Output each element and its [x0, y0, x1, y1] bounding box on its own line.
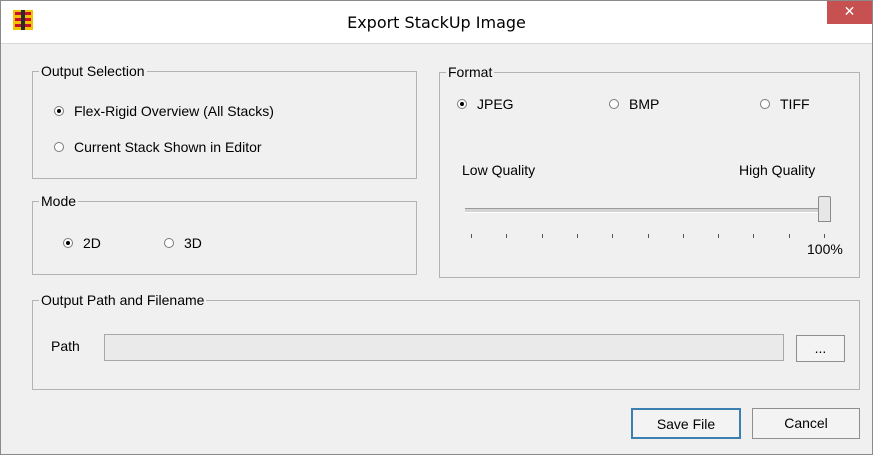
path-input[interactable] [104, 334, 784, 361]
radio-label: TIFF [780, 96, 810, 112]
radio-label: BMP [629, 96, 660, 112]
radio-button[interactable] [760, 99, 770, 109]
format-label: Format [446, 63, 495, 81]
mode-label: Mode [39, 192, 79, 210]
radio-2d[interactable]: 2D [63, 235, 101, 251]
radio-button-selected[interactable] [457, 99, 467, 109]
output-selection-group: Output Selection [32, 62, 417, 179]
cancel-label: Cancel [784, 415, 828, 431]
browse-button[interactable]: ... [796, 335, 845, 362]
radio-button[interactable] [164, 238, 174, 248]
output-selection-label: Output Selection [39, 62, 147, 80]
radio-button-selected[interactable] [54, 106, 64, 116]
output-path-label: Output Path and Filename [39, 291, 207, 309]
quality-slider-thumb[interactable] [818, 196, 831, 222]
radio-flex-rigid-overview[interactable]: Flex-Rigid Overview (All Stacks) [54, 103, 274, 119]
slider-tick [648, 234, 649, 238]
export-stackup-dialog: Export StackUp Image ✕ Output Selection … [0, 0, 873, 455]
radio-jpeg[interactable]: JPEG [457, 96, 514, 112]
slider-tick [789, 234, 790, 238]
slider-tick [824, 234, 825, 238]
close-icon[interactable]: ✕ [844, 4, 856, 20]
slider-tick [612, 234, 613, 238]
low-quality-label: Low Quality [462, 162, 536, 178]
radio-label: Current Stack Shown in Editor [74, 139, 262, 155]
save-file-label: Save File [656, 416, 716, 432]
slider-tick [683, 234, 684, 238]
radio-label: Flex-Rigid Overview (All Stacks) [74, 103, 274, 119]
radio-label: 2D [83, 235, 101, 251]
radio-label: 3D [184, 235, 202, 251]
radio-current-stack[interactable]: Current Stack Shown in Editor [54, 139, 262, 155]
radio-tiff[interactable]: TIFF [760, 96, 810, 112]
browse-button-label: ... [814, 340, 827, 356]
radio-button[interactable] [609, 99, 619, 109]
slider-tick [542, 234, 543, 238]
slider-tick [753, 234, 754, 238]
quality-slider-track[interactable] [465, 208, 829, 213]
slider-tick [506, 234, 507, 238]
radio-3d[interactable]: 3D [164, 235, 202, 251]
quality-value-label: 100% [807, 241, 843, 257]
slider-tick [577, 234, 578, 238]
radio-label: JPEG [477, 96, 514, 112]
slider-tick [718, 234, 719, 238]
radio-button[interactable] [54, 142, 64, 152]
dialog-title: Export StackUp Image [347, 13, 526, 32]
path-label: Path [51, 338, 80, 354]
close-button[interactable]: ✕ [827, 1, 872, 24]
cancel-button[interactable]: Cancel [752, 408, 860, 439]
title-bar: Export StackUp Image ✕ [1, 1, 872, 44]
radio-bmp[interactable]: BMP [609, 96, 659, 112]
save-file-button[interactable]: Save File [631, 408, 741, 439]
slider-tick [471, 234, 472, 238]
high-quality-label: High Quality [739, 162, 816, 178]
radio-button-selected[interactable] [63, 238, 73, 248]
